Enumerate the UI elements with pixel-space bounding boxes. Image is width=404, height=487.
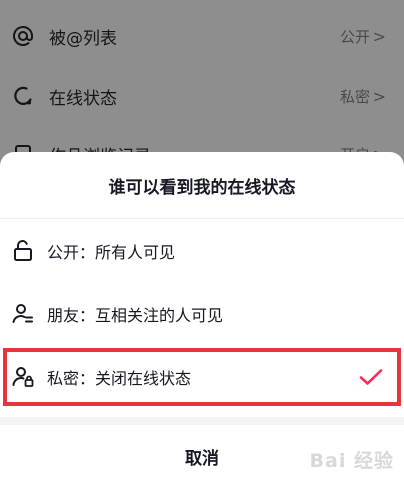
unlock-icon (10, 238, 36, 264)
settings-row-value: 私密 (339, 87, 370, 106)
option-public[interactable]: 公开：所有人可见 (0, 220, 404, 282)
settings-row-label: 在线状态 (49, 88, 117, 109)
settings-row-value: 公开 (339, 27, 370, 46)
watermark: Bai 经验 (309, 450, 394, 472)
option-friends[interactable]: 朋友：互相关注的人可见 (0, 283, 404, 345)
visibility-bottom-sheet: 谁可以看到我的在线状态 公开：所有人可见 朋友：互相关注的人可见 私密：关闭在线… (0, 152, 404, 487)
mutual-friends-icon (10, 301, 36, 327)
at-icon (10, 23, 36, 49)
section-gap (0, 417, 404, 425)
settings-row-label: 被@列表 (49, 28, 117, 49)
sheet-title: 谁可以看到我的在线状态 (108, 177, 296, 198)
option-label: 朋友：互相关注的人可见 (47, 306, 224, 325)
settings-row-online-status[interactable]: 在线状态 私密 > (0, 67, 404, 125)
settings-row-mentions[interactable]: 被@列表 公开 > (0, 7, 404, 65)
chevron-right-icon: > (372, 26, 386, 46)
online-status-icon (10, 83, 36, 109)
chevron-right-icon: > (372, 86, 386, 106)
option-label: 公开：所有人可见 (47, 243, 176, 262)
divider (0, 218, 404, 219)
selection-highlight-box (3, 348, 401, 406)
